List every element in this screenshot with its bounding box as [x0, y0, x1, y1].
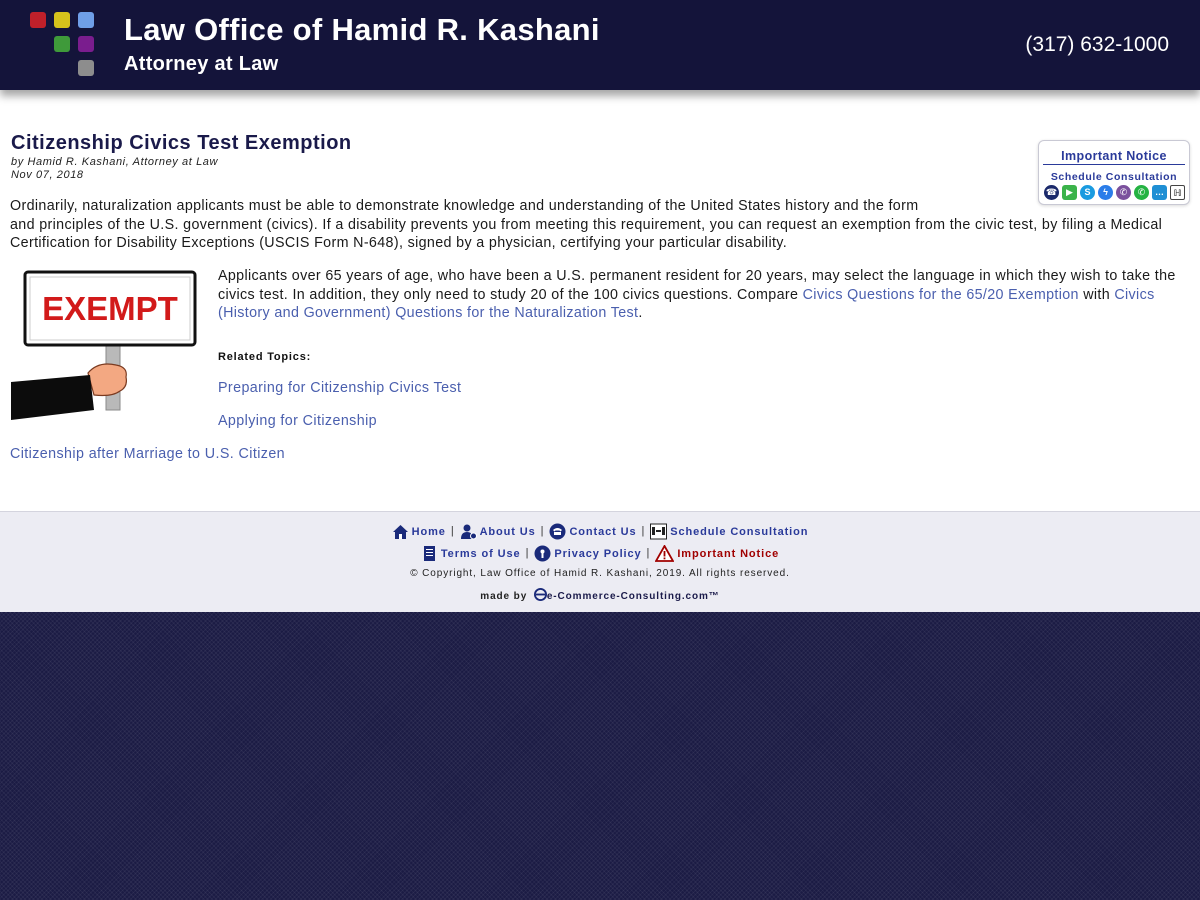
ecommerce-logo-icon: [533, 588, 547, 601]
paragraph-2-end: .: [638, 305, 643, 322]
footer-separator: |: [450, 525, 455, 538]
related-link-preparing-civics[interactable]: Preparing for Citizenship Civics Test: [218, 380, 461, 396]
footer-separator: |: [641, 525, 646, 538]
footer-home[interactable]: Home: [392, 523, 446, 540]
schedule-consultation-link[interactable]: Schedule Consultation: [1043, 171, 1185, 183]
related-link-citizenship-marriage[interactable]: Citizenship after Marriage to U.S. Citiz…: [10, 446, 285, 462]
footer-about[interactable]: About Us: [460, 523, 536, 540]
footer-home-link[interactable]: Home: [412, 526, 446, 538]
warning-icon: [655, 545, 675, 562]
article-paragraph-2: Applicants over 65 years of age, who hav…: [218, 267, 1186, 323]
article-title: Citizenship Civics Test Exemption: [11, 132, 352, 154]
phone-number-link[interactable]: (317) 632-1000: [1025, 33, 1169, 57]
footer-separator: |: [540, 525, 545, 538]
paragraph-1-line-2: and principles of the U.S. government (c…: [10, 216, 1163, 252]
footer-about-link[interactable]: About Us: [480, 526, 536, 538]
exempt-sign-image: EXEMPT: [11, 270, 197, 420]
copyright-text: © Copyright, Law Office of Hamid R. Kash…: [410, 568, 790, 579]
site-footer: Home | About Us | Contact Us | Schedule …: [0, 511, 1200, 612]
notice-consultation-box: Important Notice Schedule Consultation ☎…: [1038, 140, 1190, 205]
about-user-icon: [460, 524, 477, 540]
privacy-keyhole-icon: [534, 545, 551, 562]
made-by: made by e-Commerce-Consulting.com™: [0, 588, 1200, 602]
important-notice-link[interactable]: Important Notice: [1043, 149, 1185, 165]
site-header: Law Office of Hamid R. Kashani Attorney …: [0, 0, 1200, 90]
logo-square-red: [30, 12, 46, 28]
article-byline: by Hamid R. Kashani, Attorney at Law: [11, 156, 219, 168]
footer-schedule-link[interactable]: Schedule Consultation: [670, 526, 808, 538]
site-subtitle: Attorney at Law: [124, 53, 279, 75]
footer-important-notice-link[interactable]: Important Notice: [677, 548, 779, 560]
exempt-sign-text: EXEMPT: [42, 290, 178, 327]
footer-links-row-2: Terms of Use | Privacy Policy | Importan…: [0, 545, 1200, 562]
contact-phone-icon: [549, 523, 566, 540]
related-link-applying-citizenship[interactable]: Applying for Citizenship: [218, 413, 377, 429]
footer-separator: |: [646, 547, 651, 560]
footer-links-row-1: Home | About Us | Contact Us | Schedule …: [0, 523, 1200, 540]
logo-square-purple: [78, 36, 94, 52]
footer-separator: |: [525, 547, 530, 560]
paragraph-2-mid: with: [1078, 286, 1115, 303]
footer-contact-link[interactable]: Contact Us: [569, 526, 636, 538]
logo-square-blue: [78, 12, 94, 28]
footer-important-notice[interactable]: Important Notice: [655, 545, 779, 562]
civics-65-20-link[interactable]: Civics Questions for the 65/20 Exemption: [803, 287, 1079, 303]
site-logo[interactable]: [30, 12, 96, 78]
footer-contact[interactable]: Contact Us: [549, 523, 636, 540]
schedule-consultation-icon: [650, 523, 668, 540]
logo-square-yellow: [54, 12, 70, 28]
logo-square-green: [54, 36, 70, 52]
footer-schedule[interactable]: Schedule Consultation: [650, 523, 808, 540]
paragraph-1-line-1: Ordinarily, naturalization applicants mu…: [10, 198, 919, 214]
article-date: Nov 07, 2018: [11, 169, 84, 181]
footer-terms[interactable]: Terms of Use: [421, 545, 521, 562]
made-by-prefix: made by: [480, 591, 528, 602]
terms-document-icon: [423, 546, 435, 561]
related-topics-label: Related Topics:: [218, 351, 312, 363]
main-content: Citizenship Civics Test Exemption by Ham…: [0, 90, 1200, 511]
footer-privacy-link[interactable]: Privacy Policy: [554, 548, 641, 560]
footer-terms-link[interactable]: Terms of Use: [441, 548, 521, 560]
footer-privacy[interactable]: Privacy Policy: [534, 545, 641, 562]
made-by-company-link[interactable]: e-Commerce-Consulting.com™: [547, 591, 720, 602]
site-title[interactable]: Law Office of Hamid R. Kashani: [124, 12, 600, 48]
home-icon: [392, 525, 408, 539]
article-paragraph-1: Ordinarily, naturalization applicants mu…: [10, 197, 1180, 253]
logo-square-gray: [78, 60, 94, 76]
